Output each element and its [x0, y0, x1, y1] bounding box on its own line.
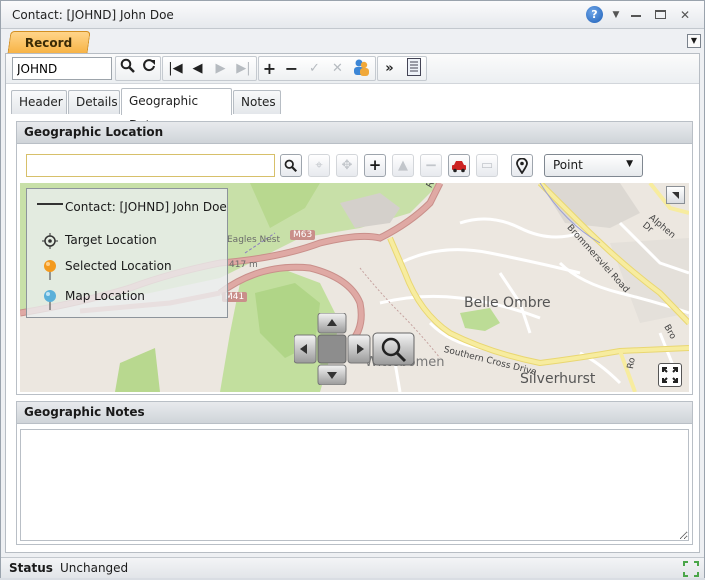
- move-pan-button: ✥: [336, 154, 358, 177]
- status-bar: Status Unchanged: [1, 557, 704, 578]
- refresh-icon[interactable]: [138, 58, 159, 79]
- legend-map-label: Map Location: [65, 289, 145, 303]
- status-value: Unchanged: [60, 561, 129, 575]
- first-record-icon[interactable]: |◀: [165, 58, 186, 79]
- maximize-button[interactable]: [651, 6, 669, 24]
- map-label-elevation: 417 m: [229, 260, 258, 270]
- tab-header[interactable]: Header: [11, 90, 67, 114]
- pan-down-button[interactable]: [318, 365, 346, 385]
- pan-left-button[interactable]: [294, 335, 316, 363]
- next-record-icon: ▶: [215, 61, 226, 76]
- tab-label: Details: [76, 95, 118, 109]
- map-label-belle-ombre: Belle Ombre: [464, 295, 551, 311]
- search-icon[interactable]: [117, 58, 138, 79]
- cancel-x-icon: ✕: [332, 61, 343, 76]
- close-button[interactable]: ✕: [676, 6, 694, 24]
- map-label-eagles-nest: Eagles Nest: [227, 235, 280, 245]
- pan-right-button[interactable]: [348, 335, 370, 363]
- geo-search-button[interactable]: [280, 154, 302, 177]
- fullscreen-icon[interactable]: [658, 363, 682, 387]
- locate-target-button: ⌖: [308, 154, 330, 177]
- geometry-type-value: Point: [553, 158, 583, 172]
- record-ribbon-tab[interactable]: Record: [7, 31, 91, 54]
- save-check-icon: ✓: [309, 61, 320, 76]
- expand-icon[interactable]: [683, 561, 699, 577]
- title-bar: Contact: [JOHND] John Doe ? ▼ ✕: [1, 1, 704, 29]
- legend-selected: Selected Location: [37, 259, 172, 280]
- geometry-type-select[interactable]: Point ▼: [544, 154, 643, 177]
- section-heading: Geographic Location: [17, 122, 692, 144]
- zoom-out-button: −: [420, 154, 442, 177]
- contact-window: Contact: [JOHND] John Doe ? ▼ ✕ Record ▼…: [0, 0, 705, 578]
- window-title: Contact: [JOHND] John Doe: [12, 8, 174, 22]
- tab-label: Notes: [241, 95, 276, 109]
- map-pin-button[interactable]: [511, 154, 533, 177]
- chevron-down-icon[interactable]: ▼: [607, 6, 625, 24]
- map-document-button: ▭: [476, 154, 498, 177]
- tab-geographic-data[interactable]: Geographic Data: [121, 88, 232, 132]
- status-label: Status: [9, 561, 53, 575]
- tab-details[interactable]: Details: [68, 90, 120, 114]
- map-label-ro: Ro: [626, 356, 638, 370]
- tab-notes[interactable]: Notes: [233, 90, 281, 114]
- legend-target: Target Location: [37, 233, 157, 249]
- ribbon-menu-toggle[interactable]: ▼: [687, 34, 701, 48]
- pan-up-button[interactable]: [318, 313, 346, 333]
- more-icon[interactable]: »: [379, 58, 400, 79]
- tab-label: Header: [19, 95, 63, 109]
- section-heading: Geographic Notes: [17, 402, 692, 424]
- previous-record-icon[interactable]: ◀: [187, 58, 208, 79]
- geographic-notes-section: Geographic Notes: [16, 401, 693, 545]
- geographic-location-section: Geographic Location ⌖ ✥ + ▲ − ▭ Point ▼: [16, 121, 693, 395]
- legend-selected-label: Selected Location: [65, 259, 172, 273]
- pan-center-button[interactable]: [316, 335, 344, 363]
- map-label-m63: M63: [290, 230, 316, 240]
- up-arrow-button: ▲: [392, 154, 414, 177]
- list-view-icon[interactable]: [403, 58, 424, 79]
- record-toolbar: |◀ ◀ ▶ ▶| + − ✓ ✕ »: [6, 54, 699, 84]
- address-search-input[interactable]: [26, 154, 275, 177]
- legend-contact: Contact: [JOHND] John Doe: [37, 200, 227, 214]
- last-record-icon: ▶|: [236, 61, 251, 76]
- help-icon[interactable]: ?: [586, 6, 603, 23]
- legend-contact-label: Contact: [JOHND] John Doe: [65, 200, 227, 214]
- collapse-map-button[interactable]: [666, 186, 685, 204]
- map-legend: Contact: [JOHND] John Doe Target Locatio…: [26, 188, 228, 318]
- record-tab-label: Record: [25, 36, 73, 50]
- add-record-icon[interactable]: +: [259, 58, 280, 79]
- car-route-button[interactable]: [448, 154, 470, 177]
- geographic-notes-textarea[interactable]: [20, 429, 689, 541]
- minimize-button[interactable]: [627, 6, 645, 24]
- delete-record-icon[interactable]: −: [281, 58, 302, 79]
- legend-target-label: Target Location: [65, 233, 157, 247]
- legend-map: Map Location: [37, 289, 145, 310]
- map-zoom-button[interactable]: [373, 333, 414, 365]
- users-icon[interactable]: [350, 58, 371, 79]
- record-panel: |◀ ◀ ▶ ▶| + − ✓ ✕ » Header Details Geogr…: [5, 53, 700, 553]
- chevron-down-icon: ▼: [626, 159, 633, 169]
- map-view[interactable]: Belle Ombre Silverhurst Wittebomen South…: [20, 183, 689, 392]
- record-search-input[interactable]: [12, 57, 112, 80]
- ribbon-tabs: Record ▼: [5, 29, 702, 54]
- zoom-in-button[interactable]: +: [364, 154, 386, 177]
